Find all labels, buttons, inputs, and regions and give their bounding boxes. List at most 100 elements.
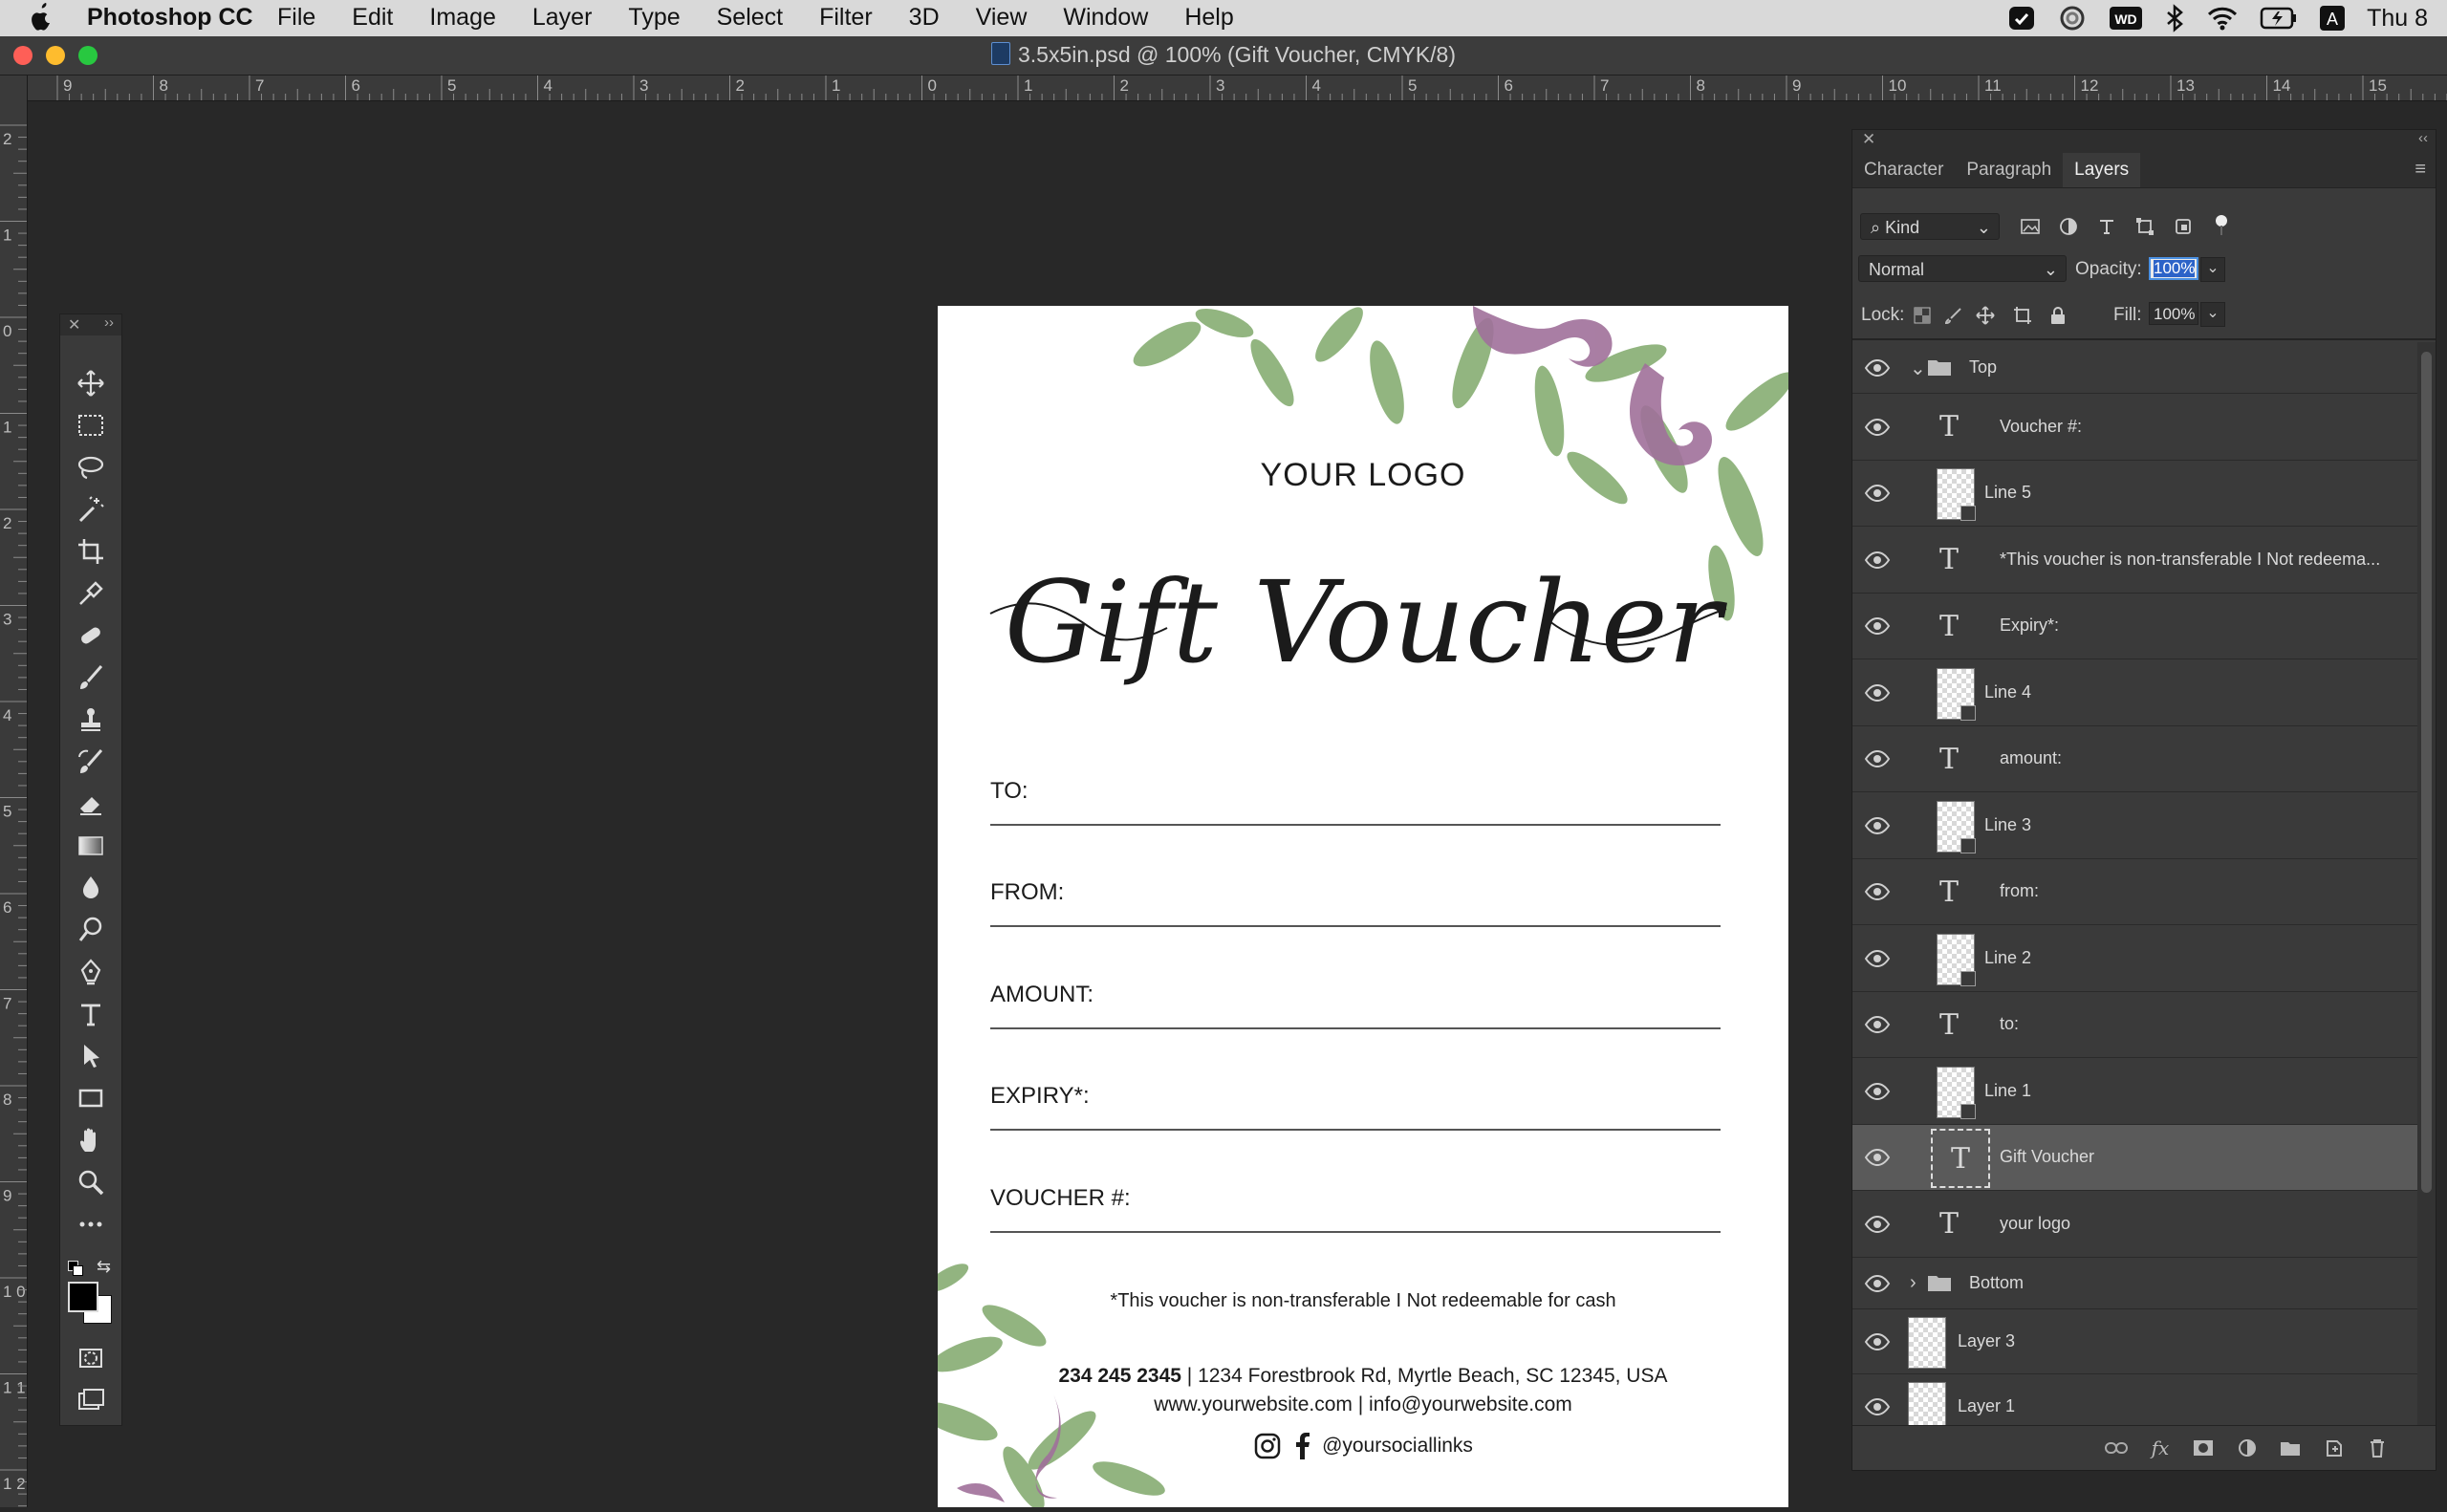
- fill-dropdown[interactable]: ⌄: [2200, 302, 2225, 327]
- brush-tool-icon[interactable]: [72, 659, 110, 697]
- tab-paragraph[interactable]: Paragraph: [1955, 153, 2063, 187]
- layer-row[interactable]: Tfrom:: [1852, 859, 2417, 925]
- menu-file[interactable]: File: [277, 4, 315, 32]
- layer-row[interactable]: T *This voucher is non-transferable I Not…: [1852, 527, 2417, 594]
- blur-tool-icon[interactable]: [72, 869, 110, 907]
- fill-input[interactable]: 100%: [2149, 302, 2198, 325]
- creative-cloud-icon[interactable]: [2007, 4, 2036, 32]
- link-layers-icon[interactable]: [2103, 1436, 2130, 1460]
- layer-row[interactable]: T Expiry*:: [1852, 594, 2417, 659]
- history-brush-tool-icon[interactable]: [72, 743, 110, 781]
- layer-row[interactable]: Layer 3: [1852, 1309, 2417, 1374]
- lock-all-icon[interactable]: [2045, 302, 2071, 329]
- layer-row[interactable]: Tamount:: [1852, 726, 2417, 792]
- eye-visibility-icon[interactable]: [1864, 551, 1891, 570]
- wifi-icon[interactable]: [2206, 5, 2239, 32]
- eye-visibility-icon[interactable]: [1864, 683, 1891, 702]
- pen-tool-icon[interactable]: [72, 953, 110, 991]
- menu-image[interactable]: Image: [429, 4, 495, 32]
- filter-toggle-icon[interactable]: [2208, 213, 2235, 240]
- filter-pixel-icon[interactable]: [2017, 213, 2044, 240]
- chevron-right-icon[interactable]: ›: [1910, 1272, 1916, 1294]
- tools-panel-header[interactable]: ✕ ››: [60, 314, 121, 335]
- battery-icon[interactable]: [2260, 6, 2298, 31]
- collapse-panel-icon[interactable]: ‹‹: [2418, 130, 2428, 146]
- menu-window[interactable]: Window: [1063, 4, 1148, 32]
- rectangle-tool-icon[interactable]: [72, 1079, 110, 1117]
- eye-visibility-icon[interactable]: [1864, 1015, 1891, 1034]
- new-layer-icon[interactable]: [2321, 1436, 2348, 1460]
- filter-kind-select[interactable]: ⌕ Kind ⌄: [1860, 213, 2000, 240]
- layer-row[interactable]: T Gift Voucher: [1852, 1124, 2417, 1191]
- layers-scrollbar-thumb[interactable]: [2421, 352, 2432, 1193]
- marquee-tool-icon[interactable]: [72, 406, 110, 444]
- layer-row[interactable]: Line 5: [1852, 461, 2417, 527]
- expand-panel-icon[interactable]: ››: [104, 314, 114, 331]
- eye-visibility-icon[interactable]: [1864, 1332, 1891, 1351]
- healing-brush-tool-icon[interactable]: [72, 616, 110, 655]
- apple-menu-icon[interactable]: [29, 3, 54, 32]
- screen-mode-icon[interactable]: [72, 1381, 110, 1419]
- move-tool-icon[interactable]: [72, 364, 110, 402]
- filter-adjustment-icon[interactable]: [2055, 213, 2082, 240]
- clone-stamp-tool-icon[interactable]: [72, 701, 110, 739]
- lasso-tool-icon[interactable]: [72, 448, 110, 486]
- swap-colors-icon[interactable]: ⇆: [97, 1257, 111, 1277]
- layers-scrollbar[interactable]: [2417, 342, 2436, 1427]
- layer-row[interactable]: Line 1: [1852, 1058, 2417, 1125]
- menu-type[interactable]: Type: [628, 4, 680, 32]
- lock-artboard-icon[interactable]: [2009, 302, 2036, 329]
- tab-layers[interactable]: Layers: [2063, 153, 2141, 187]
- hand-tool-icon[interactable]: [72, 1121, 110, 1159]
- crop-tool-icon[interactable]: [72, 532, 110, 571]
- filter-shape-icon[interactable]: [2132, 213, 2158, 240]
- menu-select[interactable]: Select: [717, 4, 783, 32]
- path-selection-tool-icon[interactable]: [72, 1037, 110, 1075]
- more-tools-icon[interactable]: [72, 1205, 110, 1243]
- eraser-tool-icon[interactable]: [72, 785, 110, 823]
- blend-mode-select[interactable]: Normal ⌄: [1858, 255, 2067, 282]
- eye-visibility-icon[interactable]: [1864, 882, 1891, 901]
- opacity-dropdown[interactable]: ⌄: [2200, 257, 2225, 282]
- eye-visibility-icon[interactable]: [1864, 749, 1891, 768]
- layer-row[interactable]: Line 3: [1852, 792, 2417, 859]
- lock-transparent-pixels-icon[interactable]: [1909, 302, 1936, 329]
- zoom-tool-icon[interactable]: [72, 1163, 110, 1201]
- magic-wand-tool-icon[interactable]: [72, 490, 110, 529]
- new-group-icon[interactable]: [2277, 1436, 2304, 1460]
- menubar-clock[interactable]: Thu 8: [2367, 5, 2428, 32]
- layer-row[interactable]: Tyour logo: [1852, 1191, 2417, 1258]
- type-tool-icon[interactable]: [72, 995, 110, 1033]
- document-canvas[interactable]: YOUR LOGO Gift Voucher TO: FROM: AMOUNT:…: [938, 306, 1788, 1507]
- panel-header[interactable]: ✕ ‹‹: [1852, 130, 2436, 153]
- tab-character[interactable]: Character: [1852, 153, 1955, 187]
- default-colors-icon[interactable]: [68, 1261, 83, 1276]
- foreground-color-swatch[interactable]: [68, 1282, 98, 1312]
- cc-libraries-icon[interactable]: [2057, 4, 2088, 32]
- eye-visibility-icon[interactable]: [1864, 949, 1891, 968]
- layer-row[interactable]: Line 4: [1852, 659, 2417, 726]
- layer-row[interactable]: Tto:: [1852, 992, 2417, 1058]
- menu-view[interactable]: View: [976, 4, 1028, 32]
- input-source-icon[interactable]: A: [2319, 5, 2346, 32]
- opacity-input[interactable]: 100%: [2149, 257, 2198, 280]
- eye-visibility-icon[interactable]: [1864, 1215, 1891, 1234]
- menu-help[interactable]: Help: [1184, 4, 1233, 32]
- eye-visibility-icon[interactable]: [1864, 816, 1891, 835]
- close-panel-icon[interactable]: ✕: [1862, 130, 1875, 149]
- eye-visibility-icon[interactable]: [1864, 358, 1891, 378]
- lock-position-icon[interactable]: [1972, 302, 1999, 329]
- eyedropper-tool-icon[interactable]: [72, 574, 110, 613]
- vertical-ruler[interactable]: 2101234567891 01 11 2: [0, 76, 28, 1507]
- menu-filter[interactable]: Filter: [819, 4, 873, 32]
- menu-edit[interactable]: Edit: [352, 4, 393, 32]
- layer-row[interactable]: Line 2: [1852, 925, 2417, 992]
- layer-row[interactable]: T Voucher #:: [1852, 394, 2417, 461]
- horizontal-ruler[interactable]: 9 8 7 6 5 4 3 2 1 0 1 2 3 4 5 6 7 8 9 10 11 12 13 14 15: [27, 76, 2447, 101]
- close-panel-icon[interactable]: ✕: [68, 315, 80, 335]
- quick-mask-icon[interactable]: [72, 1339, 110, 1377]
- gradient-tool-icon[interactable]: [72, 827, 110, 865]
- layer-row[interactable]: Layer 1: [1852, 1374, 2417, 1427]
- filter-type-icon[interactable]: [2093, 213, 2120, 240]
- eye-visibility-icon[interactable]: [1864, 1082, 1891, 1101]
